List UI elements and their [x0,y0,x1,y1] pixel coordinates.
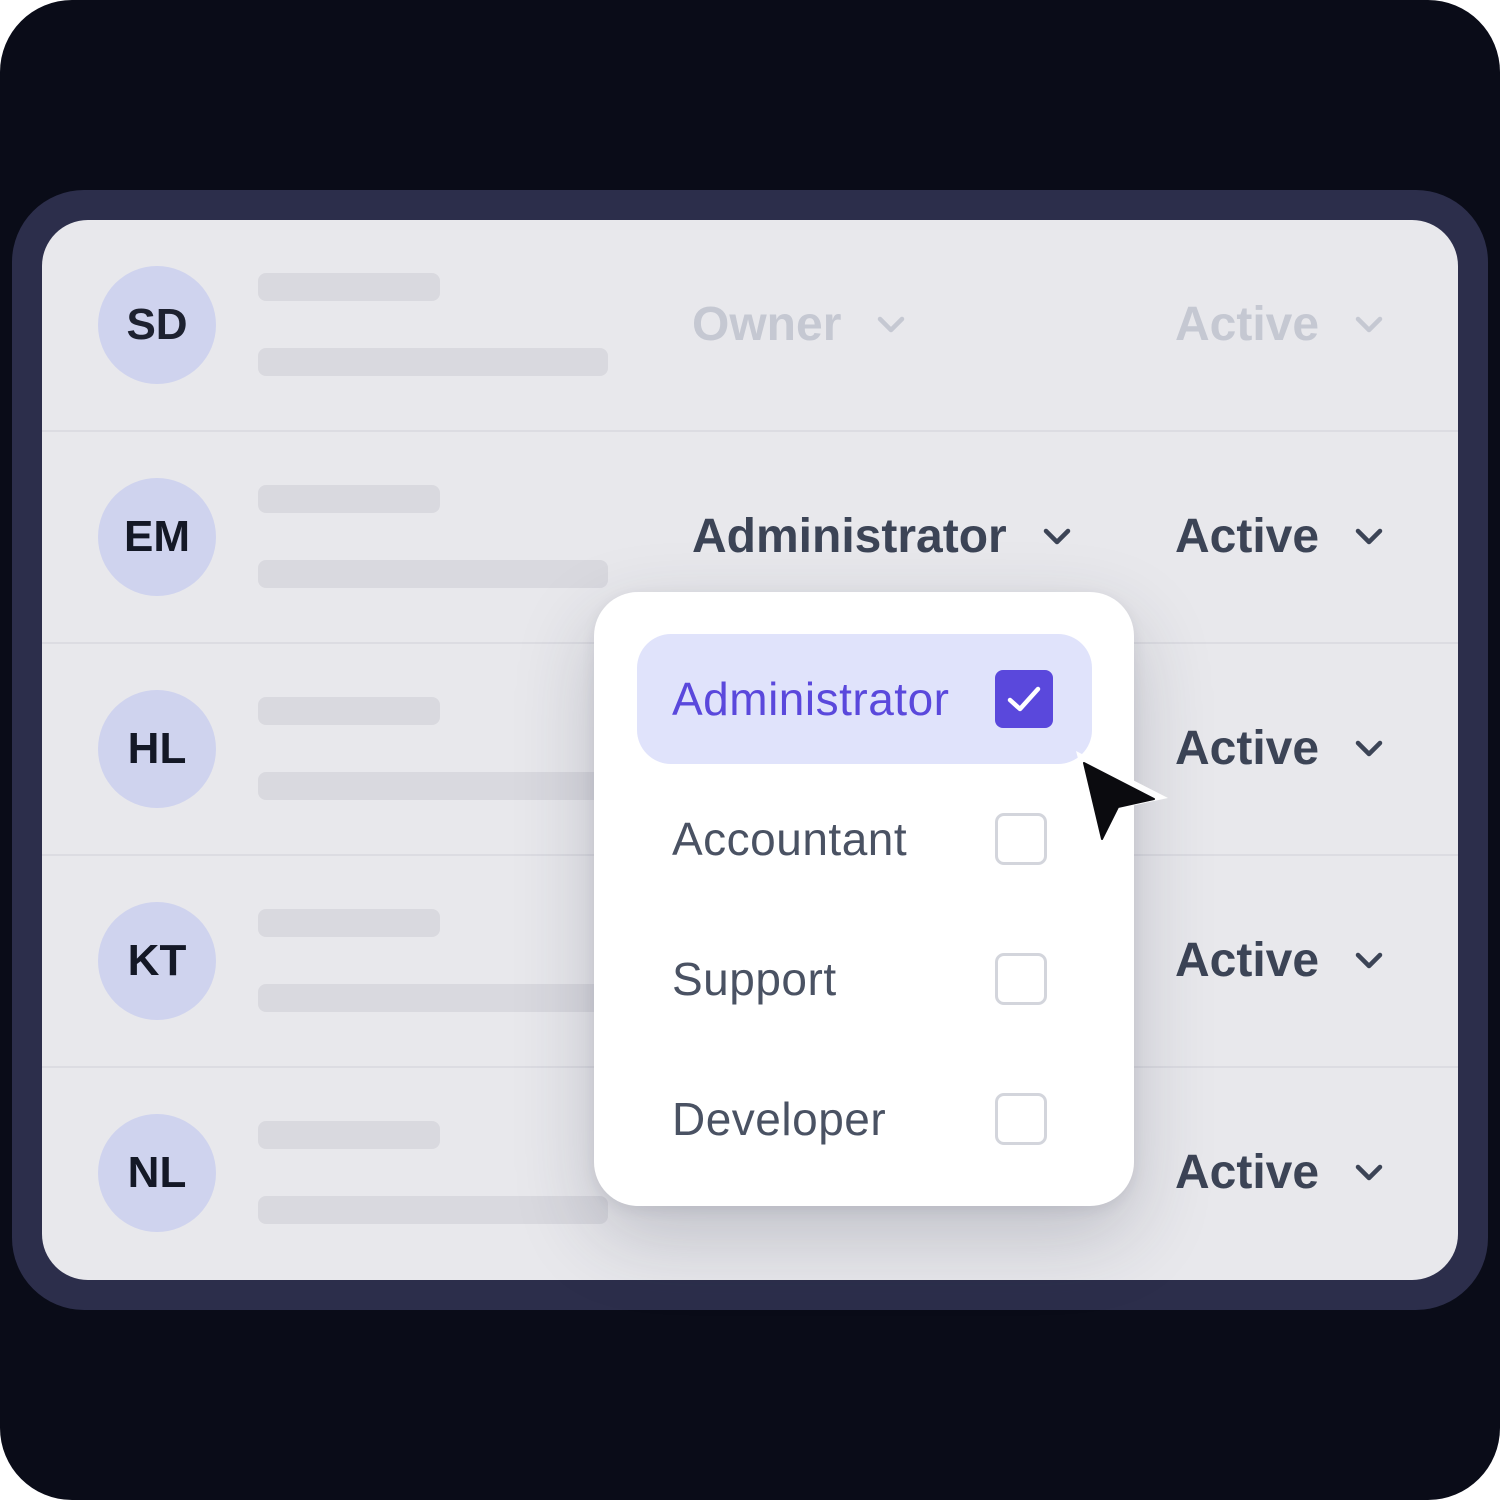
avatar-initials: HL [127,724,187,773]
role-select[interactable]: Owner [692,292,911,356]
option-checkbox[interactable] [995,953,1047,1005]
email-placeholder [258,348,608,376]
email-placeholder [258,560,608,588]
chevron-down-icon [1037,516,1077,556]
email-placeholder [258,984,608,1012]
chevron-down-icon [1349,516,1389,556]
avatar-initials: NL [127,1148,187,1197]
role-label: Owner [692,297,842,351]
avatar-initials: KT [127,936,187,985]
chevron-down-icon [1349,940,1389,980]
status-label: Active [1175,721,1320,775]
option-checkbox[interactable] [995,813,1047,865]
email-placeholder [258,772,608,800]
status-select[interactable]: Active [1175,716,1389,780]
option-checkbox[interactable] [995,670,1053,728]
role-dropdown-menu: Administrator Accountant Support Develop… [594,592,1134,1206]
chevron-down-icon [1349,728,1389,768]
avatar-initials: SD [126,300,188,349]
role-option-developer[interactable]: Developer [637,1054,1092,1184]
name-placeholder [258,485,440,513]
option-checkbox[interactable] [995,1093,1047,1145]
status-label: Active [1175,509,1320,563]
avatar: SD [98,266,216,384]
chevron-down-icon [1349,304,1389,344]
status-select[interactable]: Active [1175,292,1389,356]
option-label: Support [672,953,837,1005]
status-label: Active [1175,297,1320,351]
status-label: Active [1175,933,1320,987]
avatar: HL [98,690,216,808]
status-select[interactable]: Active [1175,1140,1389,1204]
option-label: Developer [672,1093,887,1145]
status-select[interactable]: Active [1175,504,1389,568]
role-option-accountant[interactable]: Accountant [637,774,1092,904]
role-select[interactable]: Administrator [692,504,1077,568]
app-background: SD Owner Active EM Administrator Active … [0,0,1500,1500]
chevron-down-icon [871,304,911,344]
role-option-support[interactable]: Support [637,914,1092,1044]
avatar: NL [98,1114,216,1232]
name-placeholder [258,1121,440,1149]
option-label: Administrator [672,673,950,725]
chevron-down-icon [1349,1152,1389,1192]
role-option-administrator[interactable]: Administrator [637,634,1092,764]
mouse-pointer-icon [1076,751,1168,849]
status-select[interactable]: Active [1175,928,1389,992]
table-row: SD Owner Active [42,220,1458,432]
name-placeholder [258,697,440,725]
avatar: KT [98,902,216,1020]
avatar: EM [98,478,216,596]
status-label: Active [1175,1145,1320,1199]
option-label: Accountant [672,813,908,865]
email-placeholder [258,1196,608,1224]
checkmark-icon [1007,686,1041,712]
name-placeholder [258,909,440,937]
avatar-initials: EM [124,512,190,561]
name-placeholder [258,273,440,301]
role-label: Administrator [692,509,1007,563]
